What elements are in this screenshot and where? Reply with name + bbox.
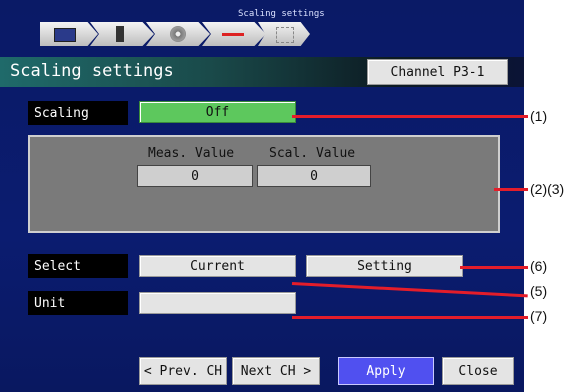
callout-line-7 (292, 316, 528, 319)
breadcrumb (40, 22, 310, 46)
callout-line-1 (292, 115, 528, 118)
callout-7: (7) (530, 308, 548, 324)
breadcrumb-step-input[interactable] (202, 22, 266, 46)
callout-line-6 (460, 266, 528, 269)
callout-6: (6) (530, 258, 548, 274)
breadcrumb-title: Scaling settings (238, 9, 325, 19)
display-icon (54, 28, 76, 42)
callout-2-3: (2)(3) (530, 181, 565, 197)
unit-field[interactable] (139, 292, 296, 314)
device-screen: Scaling settings Scaling settings Channe… (0, 0, 524, 392)
apply-button[interactable]: Apply (338, 357, 434, 385)
next-channel-button[interactable]: Next CH > (232, 357, 320, 385)
channel-icon (116, 26, 124, 42)
setting-button[interactable]: Setting (306, 255, 463, 277)
breadcrumb-step-scaling[interactable] (258, 22, 310, 46)
callout-5: (5) (530, 283, 548, 299)
breadcrumb-step-display[interactable] (40, 22, 98, 46)
meas-value-header: Meas. Value (148, 146, 235, 161)
scaling-icon (276, 27, 294, 43)
channel-button[interactable]: Channel P3-1 (367, 59, 508, 85)
scaling-label: Scaling (28, 101, 128, 125)
scal-value-header: Scal. Value (269, 146, 356, 161)
close-button[interactable]: Close (442, 357, 514, 385)
unit-label: Unit (28, 291, 128, 315)
scaling-toggle[interactable]: Off (139, 101, 296, 123)
breadcrumb-step-settings[interactable] (146, 22, 210, 46)
select-label: Select (28, 254, 128, 278)
breadcrumb-step-channel[interactable] (90, 22, 154, 46)
callout-line-2-3 (494, 188, 528, 191)
scal-value-field[interactable]: 0 (257, 165, 371, 187)
page-title: Scaling settings (10, 61, 174, 81)
cable-icon (222, 33, 244, 36)
meas-value-field[interactable]: 0 (137, 165, 253, 187)
gear-icon (170, 26, 186, 42)
callout-1: (1) (530, 108, 548, 124)
current-button[interactable]: Current (139, 255, 296, 277)
prev-channel-button[interactable]: < Prev. CH (139, 357, 227, 385)
